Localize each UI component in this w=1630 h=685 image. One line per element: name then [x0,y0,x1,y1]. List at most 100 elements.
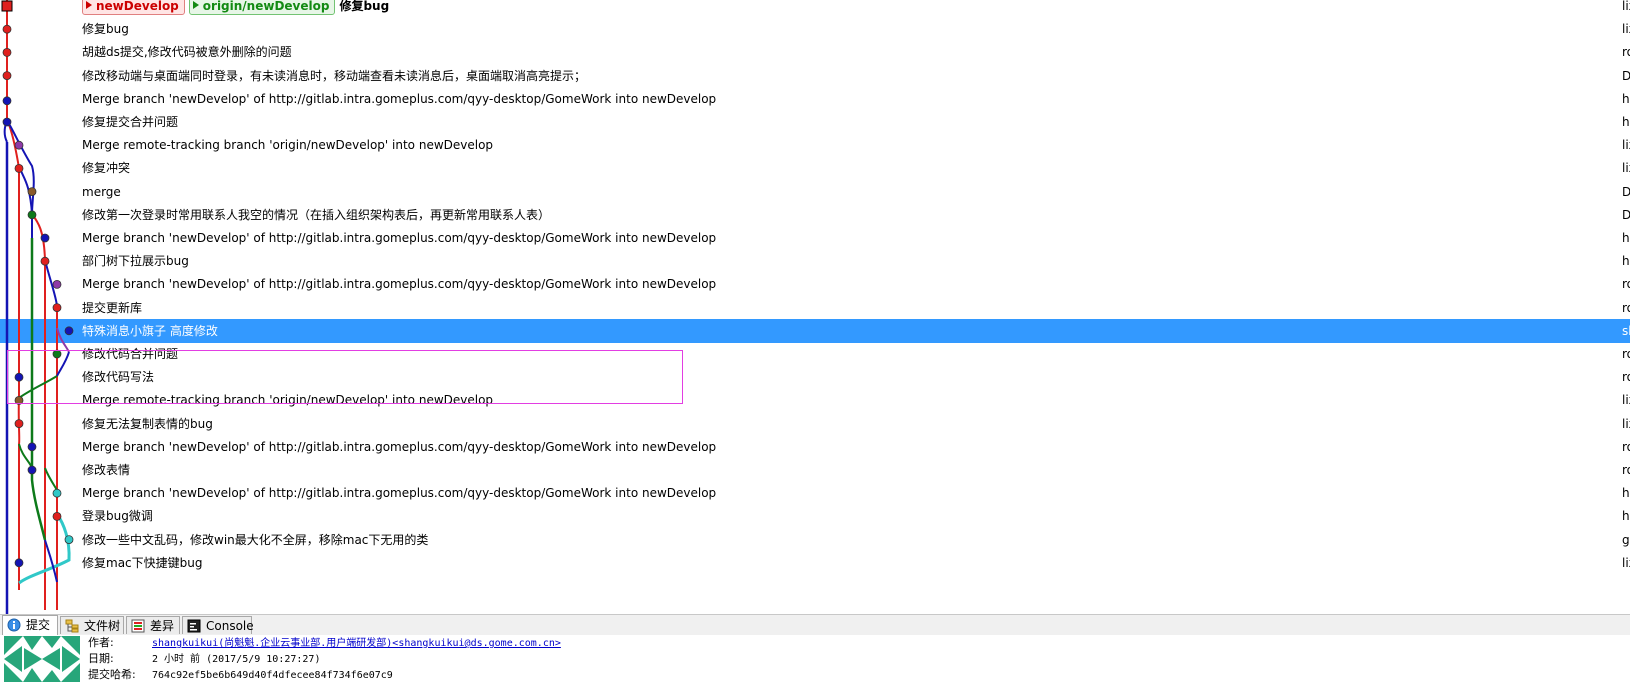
commit-row[interactable]: Merge branch 'newDevelop' of http://gitl… [0,481,1630,505]
commit-node[interactable] [40,233,50,243]
commit-message: 修改第一次登录时常用联系人我空的情况（在插入组织架构表后，再更新常用联系人表） [82,207,551,222]
graph-edge [6,119,20,398]
tab-commit[interactable]: 提交 [2,615,58,635]
author-label: 作者: [88,636,114,649]
commit-node[interactable] [14,558,24,568]
commit-row[interactable]: 修改代码写法 ro [0,365,1630,389]
tab-label: 提交 [26,618,51,632]
branch-name: newDevelop [96,0,179,13]
commit-node[interactable] [1,0,13,12]
commit-node[interactable] [52,279,62,289]
commit-message: Merge branch 'newDevelop' of http://gitl… [82,277,717,292]
commit-author: lix [1622,22,1630,37]
date-value: 2 小时 前 (2017/5/9 10:27:27) [152,654,321,665]
commit-row[interactable]: Merge remote-tracking branch 'origin/new… [0,388,1630,412]
commit-node[interactable] [14,163,24,173]
commit-row[interactable]: 登录bug微调 hu [0,504,1630,528]
commit-row[interactable]: 特殊消息小旗子 高度修改 sh [0,318,1630,343]
commit-message: merge [82,184,121,199]
author-link[interactable]: shangkuikui(尚魁魁.企业云事业部.用户端研发部)<shangkuik… [152,638,561,649]
commit-node[interactable] [27,465,37,475]
commit-author: sh [1622,323,1630,338]
commit-row[interactable]: 修改代码合并问题 ro [0,342,1630,366]
commit-node[interactable] [64,326,74,336]
commit-author: ro [1622,370,1630,385]
graph-edge [44,467,58,491]
commit-author: hu [1622,486,1630,501]
tab-label: Console [206,619,254,633]
commit-author: hu [1622,231,1630,245]
commit-node[interactable] [14,395,24,405]
branch-label-remote[interactable]: origin/newDevelop [188,0,336,15]
commit-message: Merge remote-tracking branch 'origin/new… [82,393,494,408]
commit-node[interactable] [52,349,62,359]
tab-label: 差异 [150,619,175,633]
commit-message: 修复bug [82,22,129,37]
hash-value[interactable]: 764c92ef5be6b649d40f4dfecee84f734f6e07c9 [152,670,393,681]
commit-row[interactable]: 修改一些中文乱码，修改win最大化不全屏，移除mac下无用的类 go [0,528,1630,552]
commit-author [1622,574,1630,598]
author-avatar [4,636,80,682]
commit-node[interactable] [27,442,37,452]
commit-row[interactable]: merge DS [0,180,1630,204]
commit-row[interactable]: 修复冲突 lix [0,156,1630,180]
commit-message: 胡越ds提交,修改代码被意外删除的问题 [82,45,292,60]
commit-author: ro [1622,277,1630,292]
commit-node[interactable] [14,140,24,150]
commit-log[interactable]: newDeveloporigin/newDevelop修复buglix修复bug… [0,0,1630,614]
commit-message: 提交更新库 [82,300,143,315]
tab-file-tree[interactable]: 文件树 [60,616,124,634]
commit-row[interactable]: newDevelop origin/newDevelop 修复bug lix [0,0,1630,18]
graph-edge [31,213,46,610]
graph-edge [44,539,58,583]
commit-row[interactable]: Merge branch 'newDevelop' of http://gitl… [0,87,1630,111]
branch-label-local[interactable]: newDevelop [82,0,185,15]
commit-message: 特殊消息小旗子 高度修改 [82,323,218,338]
commit-details: 作者: shangkuikui(尚魁魁.企业云事业部.用户端研发部)<shangk… [0,635,1630,685]
commit-author: lix [1622,138,1630,153]
commit-node[interactable] [64,535,74,544]
commit-node[interactable] [14,372,24,382]
tab-label: 文件树 [84,619,121,633]
commit-node[interactable] [52,303,62,313]
commit-node[interactable] [52,512,62,521]
commit-node[interactable] [27,187,37,197]
commit-row[interactable]: 修改移动端与桌面端同时登录，有未读消息时，移动端查看未读消息后，桌面端取消高亮提… [0,64,1630,88]
commit-node[interactable] [2,117,12,127]
commit-author: DS [1622,207,1630,222]
commit-row[interactable]: 修改第一次登录时常用联系人我空的情况（在插入组织架构表后，再更新常用联系人表） D… [0,203,1630,227]
commit-row[interactable]: 胡越ds提交,修改代码被意外删除的问题 ro [0,40,1630,64]
commit-message: 修改一些中文乱码，修改win最大化不全屏，移除mac下无用的类 [82,532,429,547]
commit-row[interactable]: 修复提交合并问题 hu [0,110,1630,134]
commit-author: ro [1622,45,1630,60]
commit-row[interactable]: 修复bug lix [0,17,1630,41]
commit-node[interactable] [2,48,12,57]
commit-author: lix [1622,555,1630,570]
commit-row[interactable]: Merge branch 'newDevelop' of http://gitl… [0,272,1630,296]
commit-node[interactable] [52,488,62,498]
commit-row[interactable]: 修复无法复制表情的bug lix [0,412,1630,436]
commit-row[interactable]: Merge remote-tracking branch 'origin/new… [0,133,1630,157]
graph-edge [7,121,35,240]
commit-row[interactable]: 部门树下拉展示bug hu [0,249,1630,273]
branch-arrow-icon [86,1,92,9]
commit-message: 登录bug微调 [82,509,153,524]
commit-row[interactable]: Merge branch 'newDevelop' of http://gitl… [0,226,1630,250]
commit-node[interactable] [2,24,12,34]
commit-row[interactable]: Merge branch 'newDevelop' of http://gitl… [0,435,1630,459]
commit-node[interactable] [27,210,37,220]
commit-row[interactable]: 修复mac下快捷键bug lix [0,551,1630,575]
commit-row[interactable]: 提交更新库 ro [0,296,1630,320]
commit-message: 修改移动端与桌面端同时登录，有未读消息时，移动端查看未读消息后，桌面端取消高亮提… [82,68,587,83]
commit-row[interactable] [0,574,1630,598]
tab-diff[interactable]: 差异 [126,616,180,634]
commit-author: ro [1622,300,1630,315]
commit-row[interactable]: 修改表情 ro [0,458,1630,482]
commit-node[interactable] [2,96,12,106]
tab-console[interactable]: Console [182,616,254,634]
commit-message: Merge branch 'newDevelop' of http://gitl… [82,231,717,245]
commit-node[interactable] [40,256,50,266]
commit-node[interactable] [14,419,24,429]
commit-node[interactable] [2,71,12,80]
commit-author: lix [1622,0,1630,13]
